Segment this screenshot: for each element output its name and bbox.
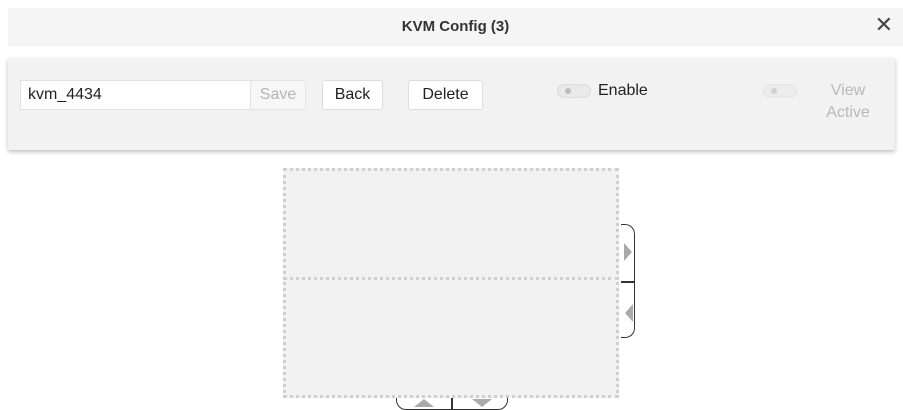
- close-icon[interactable]: ✕: [875, 14, 893, 36]
- view-active-label-line2: Active: [826, 104, 870, 121]
- display-panel-bottom[interactable]: [283, 277, 619, 398]
- enable-toggle[interactable]: [557, 84, 591, 98]
- move-right-arrow-icon[interactable]: [624, 243, 632, 261]
- view-active-label: View Active: [818, 80, 878, 124]
- title-bar: KVM Config (3) ✕: [8, 8, 903, 46]
- delete-button[interactable]: Delete: [408, 80, 483, 110]
- move-up-arrow-icon[interactable]: [414, 399, 434, 407]
- enable-label: Enable: [598, 82, 648, 99]
- enable-toggle-knob: [565, 88, 571, 94]
- move-left-arrow-icon[interactable]: [625, 304, 633, 322]
- display-panel-top[interactable]: [283, 168, 619, 281]
- back-button[interactable]: Back: [322, 80, 383, 110]
- view-active-toggle-knob: [771, 88, 777, 94]
- view-active-toggle[interactable]: [763, 84, 797, 98]
- config-toolbar: Save Back Delete Enable View Active: [8, 58, 895, 150]
- window-title: KVM Config (3): [401, 18, 510, 35]
- view-active-label-line1: View: [830, 82, 866, 99]
- save-button[interactable]: Save: [250, 80, 306, 110]
- kvm-name-input[interactable]: [20, 80, 266, 110]
- move-down-arrow-icon[interactable]: [472, 399, 492, 407]
